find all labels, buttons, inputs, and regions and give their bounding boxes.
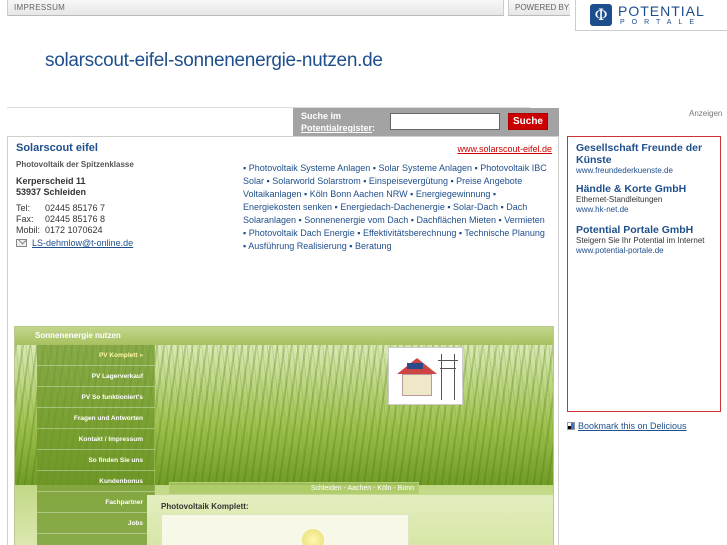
- preview-content: Photovoltaik Komplett:: [147, 495, 553, 545]
- preview-nav-item: Jobs: [37, 513, 155, 534]
- ad-url[interactable]: www.freundederkuenste.de: [576, 166, 716, 176]
- preview-content-title: Photovoltaik Komplett:: [161, 502, 249, 511]
- search-label-line1: Suche im: [301, 111, 342, 121]
- powered-by-label: POWERED BY: [515, 3, 570, 12]
- potential-portale-logo[interactable]: Φ POTENTIAL PORTALE: [575, 0, 727, 31]
- impressum-link[interactable]: IMPRESSUM: [14, 3, 65, 12]
- fax-label: Fax:: [16, 214, 34, 224]
- ads-column: Gesellschaft Freunde der Künste www.freu…: [567, 136, 721, 412]
- tel-label: Tel:: [16, 203, 31, 213]
- sun-icon: [302, 529, 324, 545]
- preview-nav-item: PV So funktioniert's: [37, 387, 155, 408]
- ad-item[interactable]: Händle & Korte GmbH Ethernet-Standleitun…: [576, 183, 716, 215]
- website-preview[interactable]: Sonnenenergie nutzen PV Komplett » PV La…: [14, 326, 554, 545]
- preview-nav-item: PV Lagerverkauf: [37, 366, 155, 387]
- company-website-link[interactable]: www.solarscout-eifel.de: [457, 144, 552, 154]
- preview-nav-item: Kontakt / Impressum: [37, 429, 155, 450]
- search-box: Suche im Potentialregister: Suche: [293, 108, 559, 136]
- preview-nav: PV Komplett » PV Lagerverkauf PV So funk…: [37, 345, 155, 545]
- preview-breadcrumb: Schleiden - Aachen - Köln - Bonn: [169, 482, 419, 494]
- ad-title[interactable]: Potential Portale GmbH: [576, 224, 716, 236]
- house-pylon-image: [388, 347, 463, 405]
- mail-icon: [16, 239, 27, 247]
- delicious-bookmark-link[interactable]: Bookmark this on Delicious: [567, 421, 687, 431]
- preview-nav-item: Fragen und Antworten: [37, 408, 155, 429]
- ad-url[interactable]: www.hk-net.de: [576, 205, 716, 215]
- delicious-label: Bookmark this on Delicious: [578, 421, 687, 431]
- preview-nav-item: PV Komplett »: [37, 345, 155, 366]
- company-subtitle: Photovoltaik der Spitzenklasse: [16, 160, 134, 169]
- address-city: 53937 Schleiden: [16, 187, 87, 197]
- preview-header-title: Sonnenenergie nutzen: [35, 331, 121, 340]
- company-name[interactable]: Solarscout eifel: [16, 142, 98, 154]
- preview-nav-item: Fachpartner: [37, 492, 155, 513]
- company-card: Solarscout eifel www.solarscout-eifel.de…: [7, 136, 559, 545]
- search-label-colon: :: [372, 123, 376, 133]
- ad-title[interactable]: Händle & Korte GmbH: [576, 183, 716, 195]
- preview-content-box: [161, 514, 409, 545]
- preview-nav-item: Kundenbonus: [37, 471, 155, 492]
- ad-title[interactable]: Gesellschaft Freunde der Künste: [576, 142, 716, 166]
- domain-title: solarscout-eifel-sonnenenergie-nutzen.de: [45, 50, 383, 71]
- logo-text-potential: POTENTIAL: [618, 3, 705, 19]
- top-bar-left: IMPRESSUM: [7, 0, 504, 16]
- contact-table: Tel: 02445 85176 7 Fax: 02445 85176 8 Mobi…: [16, 203, 105, 236]
- delicious-icon: [567, 422, 575, 430]
- preview-nav-item: So finden Sie uns: [37, 450, 155, 471]
- power-pylon-icon: [438, 354, 458, 400]
- ad-item[interactable]: Potential Portale GmbH Steigern Sie Ihr …: [576, 224, 716, 256]
- house-body: [402, 374, 432, 396]
- address-street: Kerperscheid 11: [16, 176, 86, 186]
- potentialregister-link[interactable]: Potentialregister: [301, 123, 372, 133]
- search-label: Suche im Potentialregister:: [301, 110, 375, 134]
- ad-item[interactable]: Gesellschaft Freunde der Künste www.freu…: [576, 142, 716, 176]
- preview-header: Sonnenenergie nutzen: [15, 327, 553, 345]
- domain-banner: solarscout-eifel-sonnenenergie-nutzen.de: [7, 41, 530, 108]
- search-button[interactable]: Suche: [508, 113, 548, 130]
- ad-desc: Ethernet-Standleitungen: [576, 195, 663, 204]
- logo-icon: Φ: [590, 4, 612, 26]
- mobil-value: 0172 1070624: [45, 225, 103, 235]
- solar-panel-icon: [407, 363, 423, 369]
- ad-desc: Steigern Sie Ihr Potential im Internet: [576, 236, 705, 245]
- keywords-list[interactable]: ▪ Photovoltaik Systeme Anlagen ▪ Solar S…: [243, 162, 548, 253]
- email-row: LS-dehmlow@t-online.de: [16, 238, 133, 248]
- powered-by-box: POWERED BY: [508, 0, 570, 16]
- logo-text-portale: PORTALE: [620, 19, 702, 26]
- mobil-label: Mobil:: [16, 225, 41, 235]
- top-bar: IMPRESSUM POWERED BY Φ POTENTIAL PORTALE: [0, 0, 727, 32]
- email-link[interactable]: LS-dehmlow@t-online.de: [32, 238, 133, 248]
- ad-url[interactable]: www.potential-portale.de: [576, 246, 716, 256]
- search-input[interactable]: [390, 113, 500, 130]
- anzeigen-label: Anzeigen: [689, 109, 723, 118]
- tel-value: 02445 85176 7: [45, 203, 106, 213]
- fax-value: 02445 85176 8: [45, 214, 106, 224]
